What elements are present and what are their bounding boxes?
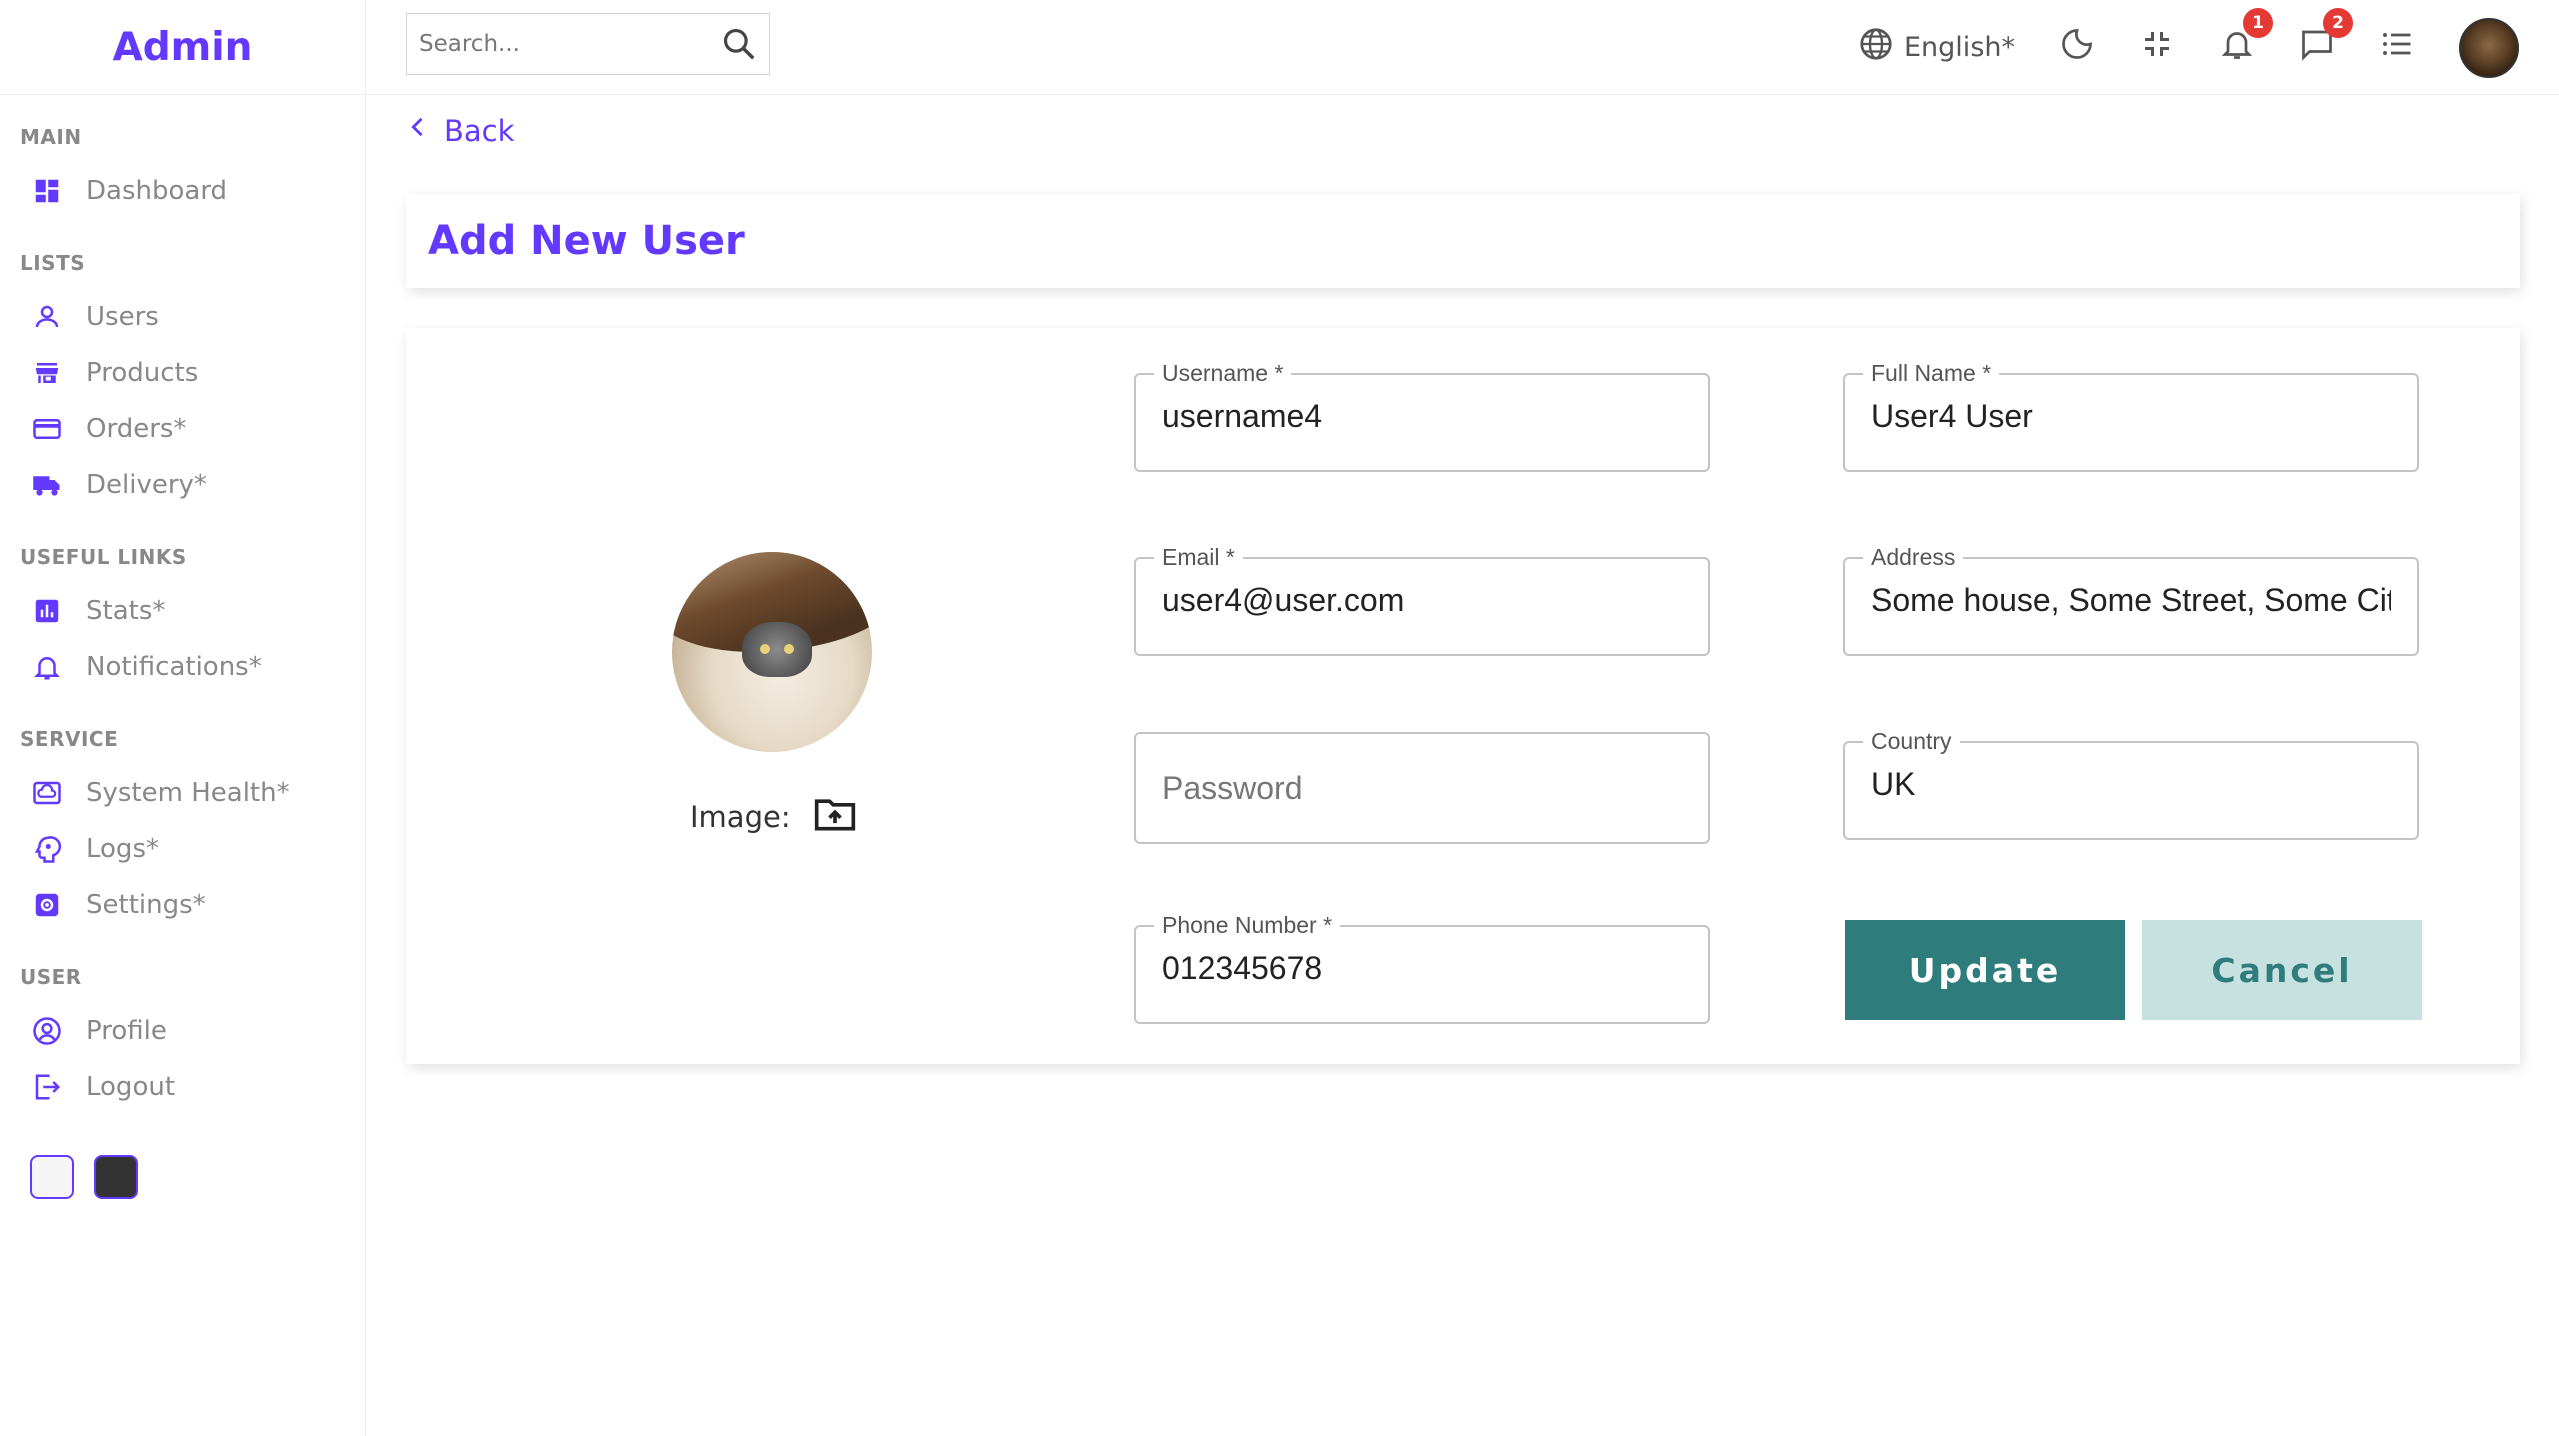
store-icon	[32, 358, 62, 388]
image-upload-button[interactable]	[813, 795, 857, 839]
sidebar-item-logout[interactable]: Logout	[20, 1059, 365, 1115]
messages-badge: 2	[2323, 8, 2353, 38]
address-field: Address	[1843, 544, 2419, 656]
country-field: Country	[1843, 728, 2419, 840]
sidebar-item-label: Profile	[86, 1016, 167, 1046]
sidebar-menu: MAIN Dashboard LISTS Users Products Orde…	[0, 125, 365, 1199]
sidebar-item-notifications[interactable]: Notifications*	[20, 639, 365, 695]
sidebar-item-label: Settings*	[86, 890, 206, 920]
topbar: English* 1 2	[366, 0, 2559, 95]
list-icon	[2379, 26, 2415, 69]
theme-switcher	[30, 1155, 365, 1199]
full-name-field: Full Name *	[1843, 360, 2419, 472]
page-title: Add New User	[428, 218, 745, 264]
image-label: Image:	[690, 800, 791, 834]
phone-number-input[interactable]	[1160, 912, 1684, 1024]
back-link[interactable]: Back	[404, 113, 514, 148]
settings-icon	[32, 890, 62, 920]
language-selector[interactable]: English*	[1858, 26, 2015, 69]
fullscreen-exit-button[interactable]	[2139, 26, 2175, 69]
page-title-card: Add New User	[406, 194, 2520, 288]
credit-card-icon	[32, 414, 62, 444]
search-icon[interactable]	[719, 24, 759, 64]
username-input[interactable]	[1160, 360, 1684, 472]
section-title-service: SERVICE	[20, 727, 119, 751]
sidebar-item-products[interactable]: Products	[20, 345, 365, 401]
system-health-icon	[32, 778, 62, 808]
username-field: Username *	[1134, 360, 1710, 472]
notifications-badge: 1	[2243, 8, 2273, 38]
chevron-left-icon	[404, 113, 444, 148]
sidebar-item-label: System Health*	[86, 778, 290, 808]
sidebar-item-dashboard[interactable]: Dashboard	[20, 163, 365, 219]
bell-icon	[32, 652, 62, 682]
image-upload-row: Image:	[690, 795, 857, 839]
country-input[interactable]	[1869, 728, 2393, 840]
topbar-items: English* 1 2	[1858, 0, 2559, 95]
sidebar-item-orders[interactable]: Orders*	[20, 401, 365, 457]
dark-mode-toggle[interactable]	[2059, 26, 2095, 69]
sidebar-item-label: Users	[86, 302, 159, 332]
folder-upload-icon	[813, 792, 857, 843]
dark-theme-button[interactable]	[94, 1155, 138, 1199]
email-input[interactable]	[1160, 544, 1684, 656]
globe-icon	[1858, 26, 1894, 69]
section-title-useful-links: USEFUL LINKS	[20, 545, 187, 569]
section-title-main: MAIN	[20, 125, 82, 149]
back-label: Back	[444, 113, 515, 148]
sidebar-item-label: Products	[86, 358, 199, 388]
sidebar-item-logs[interactable]: Logs*	[20, 821, 365, 877]
fullscreen-exit-icon	[2139, 26, 2175, 69]
sidebar-item-stats[interactable]: Stats*	[20, 583, 365, 639]
search-input[interactable]	[417, 30, 719, 58]
sidebar-item-profile[interactable]: Profile	[20, 1003, 365, 1059]
section-title-lists: LISTS	[20, 251, 86, 275]
sidebar-item-label: Dashboard	[86, 176, 228, 206]
psychology-icon	[32, 834, 62, 864]
sidebar-item-label: Logs*	[86, 834, 159, 864]
section-title-user: USER	[20, 965, 82, 989]
password-input[interactable]	[1160, 732, 1684, 844]
sidebar-item-label: Logout	[86, 1072, 176, 1102]
sidebar-item-label: Delivery*	[86, 470, 207, 500]
sidebar-item-label: Notifications*	[86, 652, 262, 682]
sidebar-item-system-health[interactable]: System Health*	[20, 765, 365, 821]
language-label: English*	[1904, 32, 2015, 63]
sidebar: Admin MAIN Dashboard LISTS Users Product…	[0, 0, 366, 1436]
person-icon	[32, 302, 62, 332]
search-box	[406, 13, 770, 75]
avatar[interactable]	[2459, 17, 2519, 78]
truck-icon	[32, 470, 62, 500]
bar-chart-icon	[32, 596, 62, 626]
sidebar-item-label: Stats*	[86, 596, 166, 626]
list-menu-button[interactable]	[2379, 26, 2415, 69]
email-field: Email *	[1134, 544, 1710, 656]
password-field	[1134, 732, 1710, 844]
sidebar-item-settings[interactable]: Settings*	[20, 877, 365, 933]
update-button[interactable]: Update	[1845, 920, 2125, 1020]
phone-number-field: Phone Number *	[1134, 912, 1710, 1024]
profile-image-preview	[672, 552, 872, 752]
dashboard-icon	[32, 176, 62, 206]
account-circle-icon	[32, 1016, 62, 1046]
sidebar-item-label: Orders*	[86, 414, 187, 444]
notifications-button[interactable]: 1	[2219, 8, 2273, 69]
sidebar-item-delivery[interactable]: Delivery*	[20, 457, 365, 513]
full-name-input[interactable]	[1869, 360, 2393, 472]
sidebar-item-users[interactable]: Users	[20, 289, 365, 345]
messages-button[interactable]: 2	[2299, 8, 2353, 69]
light-theme-button[interactable]	[30, 1155, 74, 1199]
moon-icon	[2059, 26, 2095, 69]
user-form-card: Image: Username * Full Name * Email * Ad…	[406, 328, 2520, 1064]
app-logo[interactable]: Admin	[0, 0, 365, 95]
logout-icon	[32, 1072, 62, 1102]
cancel-button[interactable]: Cancel	[2142, 920, 2422, 1020]
address-input[interactable]	[1869, 544, 2393, 656]
